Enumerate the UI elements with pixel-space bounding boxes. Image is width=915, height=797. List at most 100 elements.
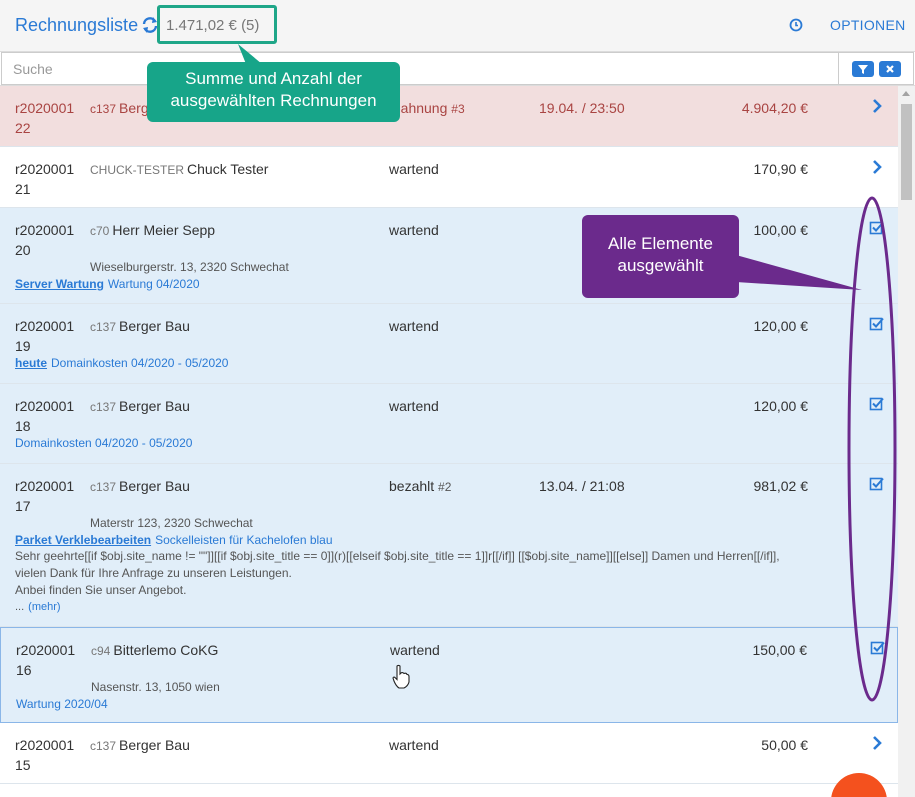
customer-name: Berger Bau	[119, 478, 190, 494]
invoice-status: wartend	[389, 398, 439, 414]
invoice-number: r202000118	[15, 398, 75, 434]
invoice-number: r202000120	[15, 222, 75, 258]
invoice-status: Mahnung #3	[389, 98, 465, 119]
invoice-number: r202000119	[15, 318, 75, 354]
invoice-status: wartend	[389, 737, 439, 753]
invoice-date: 13.04. / 21:08	[539, 478, 625, 494]
status-count: #2	[438, 480, 452, 494]
checkbox-checked-icon[interactable]	[870, 640, 886, 656]
project-link[interactable]: Server Wartung	[15, 277, 104, 291]
invoice-amount: 4.904,20 €	[741, 100, 808, 116]
customer-name: Berg	[119, 100, 149, 116]
invoice-row[interactable]: r202000120 c70 Herr Meier Sepp wartend 10…	[0, 208, 898, 304]
invoice-row[interactable]: r202000122 c137 Berg Mahnung #3 19.04. / …	[0, 86, 898, 147]
customer: c137 Berger Bau	[90, 396, 190, 417]
invoice-row[interactable]: r202000121 CHUCK-TESTER Chuck Tester wart…	[0, 147, 898, 208]
project-info: Wartung 2020/04	[16, 697, 108, 711]
customer-address: Wieselburgerstr. 13, 2320 Schwechat	[90, 260, 289, 274]
invoice-amount: 120,00 €	[753, 398, 809, 414]
customer: CHUCK-TESTER Chuck Tester	[90, 159, 268, 180]
project-info: Server Wartung Wartung 04/2020	[15, 277, 200, 291]
app-header: Rechnungsliste 1.471,02 € (5) OPTIONEN	[0, 0, 915, 52]
invoice-status: wartend	[389, 222, 439, 238]
invoice-status: wartend	[389, 318, 439, 334]
project-link[interactable]: Parket Verklebearbeiten	[15, 533, 151, 547]
customer-code: CHUCK-TESTER	[90, 163, 185, 177]
customer-code: c137	[90, 739, 117, 753]
checkbox-checked-icon[interactable]	[869, 220, 885, 236]
clear-search-button[interactable]	[879, 61, 901, 77]
invoice-status: bezahlt #2	[389, 476, 451, 497]
invoice-number: r202000115	[15, 737, 75, 773]
customer: c137 Berg	[90, 98, 149, 119]
invoice-status: wartend	[390, 642, 440, 658]
customer-name: Bitterlemo CoKG	[113, 642, 219, 658]
filter-icon	[858, 65, 868, 74]
more-link[interactable]: (mehr)	[28, 601, 60, 613]
customer: c137 Berger Bau	[90, 735, 190, 756]
customer-code: c137	[90, 480, 117, 494]
project-link[interactable]: heute	[15, 356, 47, 370]
customer-code: c137	[90, 400, 117, 414]
status-count: #3	[451, 102, 465, 116]
invoice-date: 19.04. / 23:50	[539, 100, 625, 116]
selection-summary-highlight: 1.471,02 € (5)	[157, 5, 277, 44]
customer-address: Materstr 123, 2320 Schwechat	[90, 516, 253, 530]
invoice-amount: 150,00 €	[752, 642, 808, 658]
customer-name: Chuck Tester	[187, 161, 269, 177]
customer-code: c70	[90, 224, 110, 238]
invoice-number: r202000117	[15, 478, 75, 514]
selection-summary: 1.471,02 € (5)	[166, 17, 260, 34]
checkbox-checked-icon[interactable]	[869, 316, 885, 332]
project-info: Parket Verklebearbeiten Sockelleisten für…	[15, 533, 333, 547]
invoice-amount: 100,00 €	[753, 222, 809, 238]
scroll-thumb[interactable]	[901, 104, 912, 200]
customer-name: Herr Meier Sepp	[112, 222, 216, 238]
filter-button[interactable]	[852, 61, 874, 77]
search-input[interactable]	[1, 52, 839, 85]
offer-text-line: Anbei finden Sie unser Angebot.	[15, 583, 187, 597]
invoice-row[interactable]: r202000119 c137 Berger Bau wartend 120,00…	[0, 304, 898, 384]
invoice-row[interactable]: r202000117 c137 Berger Bau bezahlt #2 13.…	[0, 464, 898, 627]
customer-name: Berger Bau	[119, 318, 190, 334]
invoice-amount: 981,02 €	[753, 478, 809, 494]
customer: c70 Herr Meier Sepp	[90, 220, 215, 241]
summary-callout: Summe und Anzahl der ausgewählten Rechnu…	[147, 62, 400, 122]
invoice-row[interactable]: r202000116 c94 Bitterlemo CoKG wartend 15…	[0, 627, 898, 723]
project-text: Domainkosten 04/2020 - 05/2020	[51, 356, 229, 370]
invoice-list: r202000122 c137 Berg Mahnung #3 19.04. / …	[0, 86, 898, 797]
customer-name: Berger Bau	[119, 398, 190, 414]
chevron-right-icon[interactable]	[869, 98, 885, 114]
chevron-right-icon[interactable]	[869, 735, 885, 751]
scrollbar[interactable]	[898, 86, 915, 797]
customer-code: c137	[90, 102, 117, 116]
customer: c137 Berger Bau	[90, 316, 190, 337]
invoice-number: r202000121	[15, 161, 75, 197]
clock-icon[interactable]	[789, 18, 803, 32]
hand-cursor-icon	[392, 664, 410, 689]
ellipsis: ...	[15, 601, 25, 613]
search-actions	[839, 52, 914, 85]
project-text: Domainkosten 04/2020 - 05/2020	[15, 436, 193, 450]
invoice-row[interactable]: r202000115 c137 Berger Bau wartend 50,00 …	[0, 723, 898, 784]
invoice-number: r202000116	[16, 642, 76, 678]
status-label: bezahlt	[389, 478, 435, 494]
offer-text-line: vielen Dank für Ihre Anfrage zu unseren …	[15, 566, 292, 580]
chevron-right-icon[interactable]	[869, 159, 885, 175]
invoice-row[interactable]: r202000118 c137 Berger Bau wartend 120,00…	[0, 384, 898, 464]
project-info: heute Domainkosten 04/2020 - 05/2020	[15, 356, 228, 370]
page-title: Rechnungsliste	[15, 15, 139, 35]
customer-address: Nasenstr. 13, 1050 wien	[91, 680, 220, 694]
customer: c137 Berger Bau	[90, 476, 190, 497]
invoice-amount: 170,90 €	[753, 161, 809, 177]
invoice-status: wartend	[389, 161, 439, 177]
close-icon	[886, 65, 894, 73]
offer-text-line: Sehr geehrte[[if $obj.site_name != ""]][…	[15, 549, 780, 563]
checkbox-checked-icon[interactable]	[869, 396, 885, 412]
project-text: Sockelleisten für Kachelofen blau	[155, 533, 333, 547]
customer: c94 Bitterlemo CoKG	[91, 640, 218, 661]
scroll-up-arrow[interactable]	[902, 91, 910, 96]
checkbox-checked-icon[interactable]	[869, 476, 885, 492]
more-toggle: ... (mehr)	[15, 601, 61, 613]
options-button[interactable]: OPTIONEN	[830, 17, 906, 33]
